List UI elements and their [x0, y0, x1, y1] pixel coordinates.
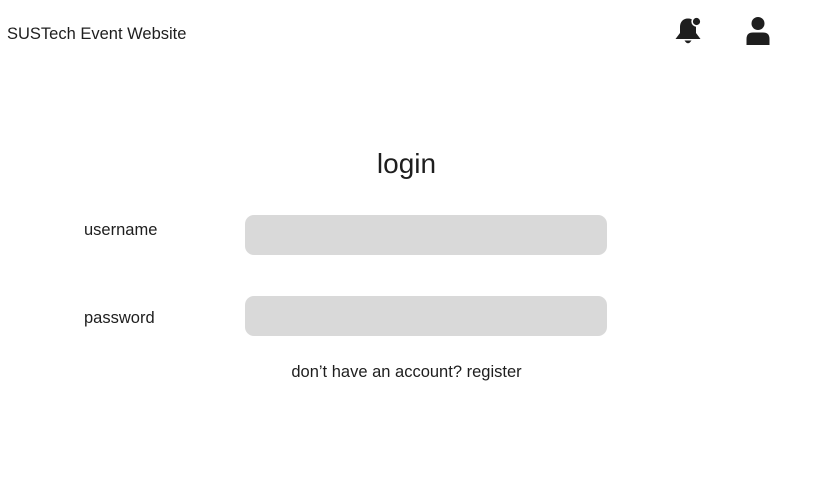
password-input[interactable] — [245, 296, 607, 336]
site-title: SUSTech Event Website — [7, 25, 187, 43]
register-link[interactable]: register — [467, 363, 522, 381]
notification-button[interactable] — [671, 15, 705, 47]
bell-icon — [675, 16, 702, 44]
password-label: password — [84, 309, 155, 327]
profile-button[interactable] — [743, 15, 773, 47]
user-icon — [746, 17, 770, 45]
register-prompt: don’t have an account? register — [0, 362, 813, 382]
username-label: username — [84, 221, 158, 239]
username-input[interactable] — [245, 215, 607, 255]
login-title: login — [376, 148, 437, 179]
register-prompt-text: don’t have an account? — [291, 363, 462, 381]
